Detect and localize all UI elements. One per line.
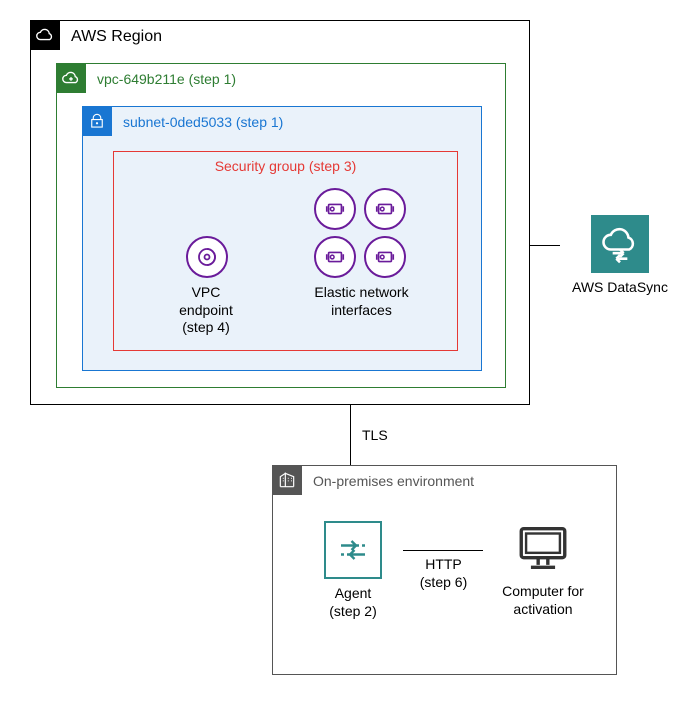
subnet-label: subnet-0ded5033 (step 1) [123,114,283,130]
eni-icon [364,188,406,230]
computer-for-activation: Computer for activation [488,516,598,618]
computer-icon [511,516,575,580]
agent-label-l2: (step 2) [329,603,376,619]
http-label-l1: HTTP [425,556,462,572]
eni-icon [314,188,356,230]
on-premises-title: On-premises environment [313,473,474,489]
eni-label-l1: Elastic network [314,284,408,300]
on-premises-box: On-premises environment Agent (step 2) H… [272,465,617,675]
datasync-icon [591,215,649,273]
vpc-endpoint-label-l1: VPC [192,284,221,300]
tls-label: TLS [362,427,388,443]
agent: Agent (step 2) [308,521,398,620]
agent-icon [324,521,382,579]
agent-label-l1: Agent [335,585,372,601]
eni-icon [364,236,406,278]
subnet-box: subnet-0ded5033 (step 1) Security group … [82,106,482,371]
security-group-box: Security group (step 3) VPC endpoint (st… [113,151,458,351]
eni-label: Elastic network interfaces [299,284,424,319]
connector-line [350,405,351,465]
http-label: HTTP (step 6) [411,556,476,591]
vpc-endpoint-label-l3: (step 4) [182,319,229,335]
cloud-icon [30,20,60,50]
security-group-label: Security group (step 3) [114,158,457,174]
vpc-box: vpc-649b211e (step 1) subnet-0ded5033 (s… [56,63,506,388]
subnet-lock-icon [82,106,112,136]
aws-datasync: AWS DataSync [560,215,680,297]
vpc-endpoint-label-l2: endpoint [179,302,233,318]
building-icon [272,465,302,495]
vpc-endpoint-icon [186,236,228,278]
computer-label-l1: Computer for [502,583,584,599]
vpc-label: vpc-649b211e (step 1) [97,71,236,87]
agent-label: Agent (step 2) [308,585,398,620]
aws-region-title: AWS Region [71,28,162,46]
computer-label-l2: activation [513,601,572,617]
eni-label-l2: interfaces [331,302,392,318]
vpc-endpoint-label: VPC endpoint (step 4) [156,284,256,337]
aws-region-box: AWS Region vpc-649b211e (step 1) subnet-… [30,20,530,405]
datasync-label: AWS DataSync [560,279,680,297]
connector-line [403,550,483,551]
http-label-l2: (step 6) [420,574,467,590]
connector-line [530,245,560,246]
eni-icon [314,236,356,278]
computer-label: Computer for activation [488,583,598,618]
vpc-cloud-icon [56,63,86,93]
